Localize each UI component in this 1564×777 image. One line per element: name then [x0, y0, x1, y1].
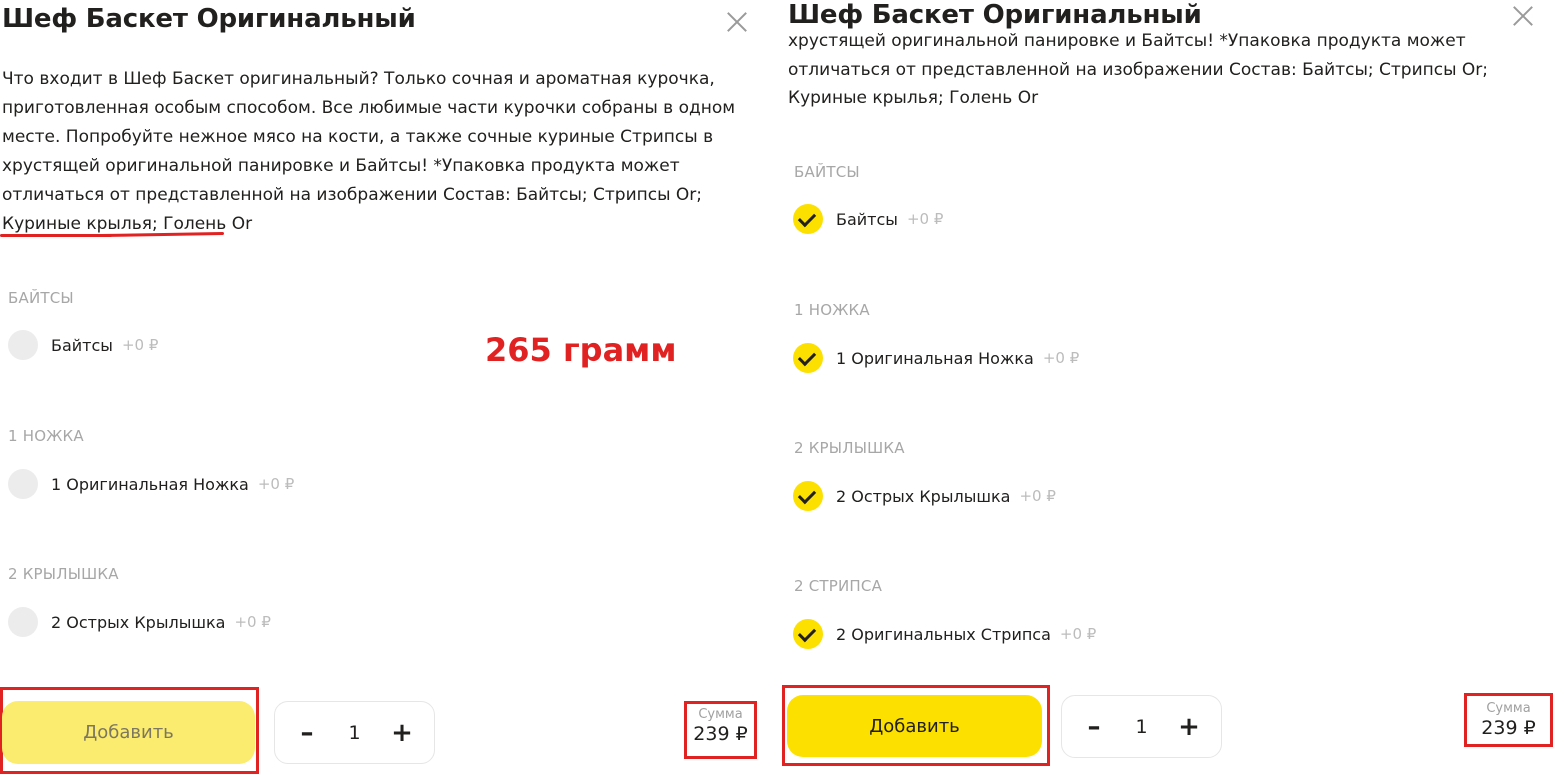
group-label-drumstick: 1 НОЖКА: [794, 301, 870, 319]
product-title: Шеф Баскет Оригинальный: [788, 0, 1202, 30]
weight-annotation: 265 грамм: [485, 331, 677, 369]
group-label-drumstick: 1 НОЖКА: [8, 427, 84, 445]
sum-label: Сумма: [1486, 701, 1531, 716]
checkmark-icon[interactable]: [793, 204, 823, 234]
description-line: отличаться от представленной на изображе…: [788, 60, 1489, 80]
group-label-wings: 2 КРЫЛЫШКА: [8, 565, 119, 583]
quantity-value: 1: [1135, 715, 1148, 738]
plus-button[interactable]: +: [388, 720, 416, 746]
sum-total: Сумма 239 ₽: [688, 707, 753, 745]
option-drumstick[interactable]: 1 Оригинальная Ножка +0 ₽: [793, 342, 1079, 374]
option-price: +0 ₽: [257, 475, 295, 493]
checkmark-icon[interactable]: [793, 481, 823, 511]
option-strips[interactable]: 2 Оригинальных Стрипса +0 ₽: [793, 618, 1096, 650]
sum-total: Сумма 239 ₽: [1472, 701, 1545, 739]
sum-value: 239 ₽: [693, 723, 748, 745]
close-icon[interactable]: [726, 11, 748, 33]
description-line: месте. Попробуйте нежное мясо на кости, …: [2, 127, 714, 147]
plus-button[interactable]: +: [1175, 714, 1203, 740]
add-button[interactable]: Добавить: [2, 701, 255, 764]
sum-label: Сумма: [698, 707, 743, 722]
annotation-underline: [0, 234, 112, 237]
product-title: Шеф Баскет Оригинальный: [2, 4, 416, 34]
option-bites[interactable]: Байтсы +0 ₽: [8, 329, 158, 361]
option-price: +0 ₽: [906, 210, 944, 228]
group-label-wings: 2 КРЫЛЫШКА: [794, 439, 905, 457]
description-line: приготовленная особым способом. Все люби…: [2, 98, 736, 118]
description-line: Что входит в Шеф Баскет оригинальный? То…: [2, 69, 715, 89]
option-label: 2 Острых Крылышка: [51, 612, 226, 632]
right-product-modal: Шеф Баскет Оригинальный хрустящей оригин…: [772, 0, 1564, 777]
minus-button[interactable]: –: [1080, 714, 1108, 740]
option-label: 1 Оригинальная Ножка: [836, 348, 1034, 368]
radio-icon[interactable]: [8, 330, 38, 360]
add-button[interactable]: Добавить: [787, 695, 1042, 757]
left-product-modal: Шеф Баскет Оригинальный Что входит в Шеф…: [0, 0, 772, 777]
option-bites[interactable]: Байтсы +0 ₽: [793, 203, 943, 235]
option-wings[interactable]: 2 Острых Крылышка +0 ₽: [793, 480, 1056, 512]
option-price: +0 ₽: [121, 336, 159, 354]
radio-icon[interactable]: [8, 469, 38, 499]
option-label: 1 Оригинальная Ножка: [51, 474, 249, 494]
option-price: +0 ₽: [1019, 487, 1056, 505]
radio-icon[interactable]: [8, 607, 38, 637]
close-icon[interactable]: [1512, 5, 1534, 27]
option-label: Байтсы: [51, 335, 113, 355]
quantity-stepper: – 1 +: [1061, 695, 1222, 758]
option-label: Байтсы: [836, 209, 898, 229]
checkmark-icon[interactable]: [793, 619, 823, 649]
option-wings[interactable]: 2 Острых Крылышка +0 ₽: [8, 606, 271, 638]
description-line: хрустящей оригинальной панировке и Байтс…: [2, 156, 680, 176]
group-label-strips: 2 СТРИПСА: [794, 577, 883, 595]
quantity-value: 1: [348, 721, 361, 744]
sum-value: 239 ₽: [1481, 717, 1536, 739]
description-line: отличаться от представленной на изображе…: [2, 185, 703, 205]
option-price: +0 ₽: [1059, 625, 1097, 643]
minus-button[interactable]: –: [293, 720, 321, 746]
option-price: +0 ₽: [1042, 349, 1080, 367]
option-drumstick[interactable]: 1 Оригинальная Ножка +0 ₽: [8, 468, 294, 500]
checkmark-icon[interactable]: [793, 343, 823, 373]
quantity-stepper: – 1 +: [274, 701, 435, 764]
option-price: +0 ₽: [234, 613, 271, 631]
description-line: Куриные крылья; Голень Or: [788, 88, 1039, 108]
group-label-bites: БАЙТСЫ: [794, 163, 860, 181]
group-label-bites: БАЙТСЫ: [8, 289, 74, 307]
description-line: хрустящей оригинальной панировке и Байтс…: [788, 31, 1466, 51]
option-label: 2 Оригинальных Стрипса: [836, 624, 1051, 644]
option-label: 2 Острых Крылышка: [836, 486, 1011, 506]
